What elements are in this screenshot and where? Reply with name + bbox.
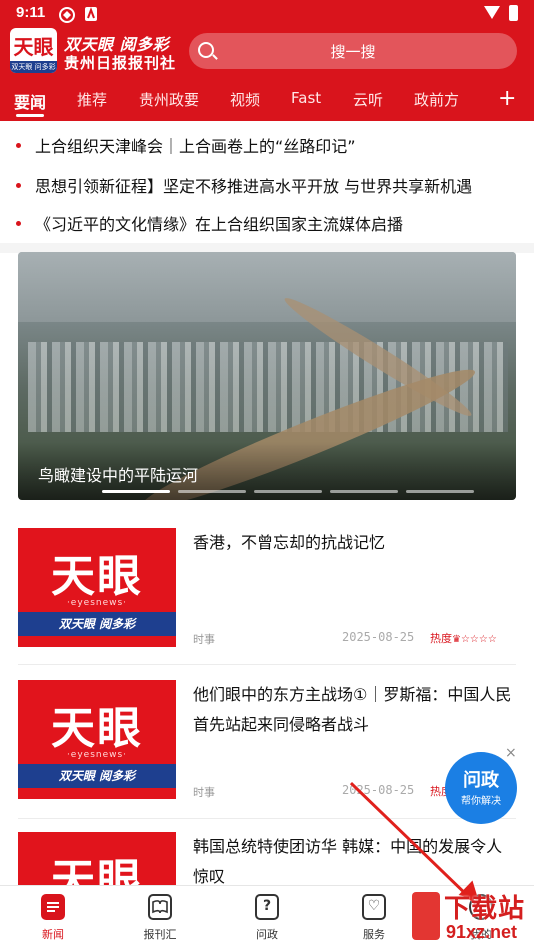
news-thumbnail: 天眼 ·eyesnews· 双天眼 阅多彩 (18, 680, 176, 799)
headline-item[interactable]: 上合组织天津峰会｜上合画卷上的“丝路印记” (16, 133, 534, 157)
heart-icon: ♡ (362, 894, 386, 920)
thumb-en: ·eyesnews· (66, 598, 128, 608)
battery-icon (509, 5, 518, 21)
question-icon: ? (255, 894, 279, 920)
float-title: 问政 (463, 770, 499, 791)
headline-text: 《习近平的文化情缘》在上合组织国家主流媒体启播 (35, 215, 404, 234)
headline-text: 思想引领新征程】坚定不移推进高水平开放 与世界共享新机遇 (35, 177, 473, 196)
carousel-dot[interactable] (330, 490, 398, 493)
wenzheng-float-button[interactable]: 问政 帮你解决 (445, 752, 517, 824)
news-category: 时事 (193, 786, 215, 799)
news-icon (41, 894, 65, 920)
status-time: 9:11 (16, 4, 46, 21)
news-item[interactable]: 天眼 ·eyesnews· 双天眼 阅多彩 他们眼中的东方主战场①｜罗斯福：中国… (18, 680, 516, 820)
headline-list: 上合组织天津峰会｜上合画卷上的“丝路印记” 思想引领新征程】坚定不移推进高水平开… (0, 121, 534, 243)
tab-tuijian[interactable]: 推荐 (77, 89, 107, 110)
headline-text: 上合组织天津峰会｜上合画卷上的“丝路印记” (35, 137, 356, 156)
tab-zhengqianfang[interactable]: 政前方 (414, 89, 459, 110)
logo-text: 天眼 (13, 35, 54, 59)
brand-publisher: 贵州日报报刊社 (64, 54, 177, 72)
thumb-slogan: 双天眼 阅多彩 (18, 764, 176, 788)
watermark-title: 下载站 (444, 894, 526, 924)
news-title: 香港，不曾忘却的抗战记忆 (193, 533, 386, 552)
nav-label: 新闻 (42, 928, 64, 941)
tab-fast[interactable]: Fast (291, 89, 321, 107)
thumb-logo: 天眼 (51, 703, 143, 754)
headline-item[interactable]: 《习近平的文化情缘》在上合组织国家主流媒体启播 (16, 211, 534, 235)
news-item[interactable]: 天眼 ·eyesnews· 双天眼 阅多彩 香港，不曾忘却的抗战记忆 时事 20… (18, 528, 516, 668)
carousel-dot[interactable] (178, 490, 246, 493)
hero-banner[interactable]: 鸟瞰建设中的平陆运河 (18, 252, 516, 500)
tab-yaowen[interactable]: 要闻 (14, 89, 46, 113)
book-icon (148, 894, 172, 920)
heat-label: 热度 (430, 632, 452, 645)
tab-guizhou-zhengyao[interactable]: 贵州政要 (139, 89, 199, 110)
list-divider (18, 664, 516, 665)
carousel-dot[interactable] (102, 490, 170, 493)
close-icon[interactable]: × (505, 746, 519, 760)
watermark-url: 91xz.net (446, 922, 518, 942)
carousel-dot[interactable] (406, 490, 474, 493)
news-heat: 热度♛☆☆☆☆ (430, 630, 497, 646)
bullet-dot (16, 183, 21, 188)
news-thumbnail: 天眼 ·eyesnews· 双天眼 阅多彩 (18, 528, 176, 647)
nav-label: 问政 (256, 928, 278, 941)
search-bar[interactable]: 搜一搜 (189, 33, 517, 69)
app-header: 9:11 天眼 双天眼 问多彩 双天眼 阅多彩 贵州日报报刊社 搜一搜 要闻 推… (0, 0, 534, 121)
news-title: 他们眼中的东方主战场①｜罗斯福：中国人民首先站起来同侵略者战斗 (193, 685, 512, 734)
watermark-logo (412, 892, 440, 940)
thumb-slogan: 双天眼 阅多彩 (18, 612, 176, 636)
logo-sub: 双天眼 问多彩 (10, 61, 57, 73)
list-divider (18, 818, 516, 819)
float-subtitle: 帮你解决 (461, 796, 501, 807)
nav-wenzheng[interactable]: ? 问政 (237, 894, 297, 942)
carousel-indicator (102, 490, 474, 493)
watermark: 下载站 91xz.net (410, 888, 534, 950)
tab-yunting[interactable]: 云听 (353, 89, 383, 110)
thumb-en: ·eyesnews· (66, 750, 128, 760)
app-notification-icon (58, 6, 75, 23)
nav-news[interactable]: 新闻 (23, 894, 83, 942)
news-date: 2025-08-25 (342, 630, 415, 644)
wifi-icon (484, 6, 500, 19)
active-tab-indicator (16, 114, 44, 117)
tab-shipin[interactable]: 视频 (230, 89, 260, 110)
bullet-dot (16, 143, 21, 148)
status-bar: 9:11 (0, 0, 534, 28)
carousel-dot[interactable] (254, 490, 322, 493)
news-category: 时事 (193, 633, 215, 646)
nav-label: 服务 (363, 928, 385, 941)
thumb-logo: 天眼 (51, 551, 143, 602)
app-logo[interactable]: 天眼 双天眼 问多彩 (10, 28, 57, 73)
nav-baokanhui[interactable]: 报刊汇 (130, 894, 190, 942)
banner-sky (18, 252, 516, 322)
search-placeholder: 搜一搜 (330, 43, 376, 61)
bullet-dot (16, 221, 21, 226)
news-title: 韩国总统特使团访华 韩媒：中国的发展令人惊叹 (193, 837, 503, 886)
nav-label: 报刊汇 (143, 928, 177, 941)
notification-a-icon (84, 6, 100, 22)
banner-caption: 鸟瞰建设中的平陆运河 (38, 466, 199, 485)
nav-fuwu[interactable]: ♡ 服务 (344, 894, 404, 942)
headline-item[interactable]: 思想引领新征程】坚定不移推进高水平开放 与世界共享新机遇 (16, 173, 534, 197)
heat-stars: ♛☆☆☆☆ (452, 634, 497, 645)
channel-tabs: 要闻 推荐 贵州政要 视频 Fast 云听 政前方 (0, 86, 534, 116)
add-channel-icon[interactable]: + (498, 86, 516, 111)
